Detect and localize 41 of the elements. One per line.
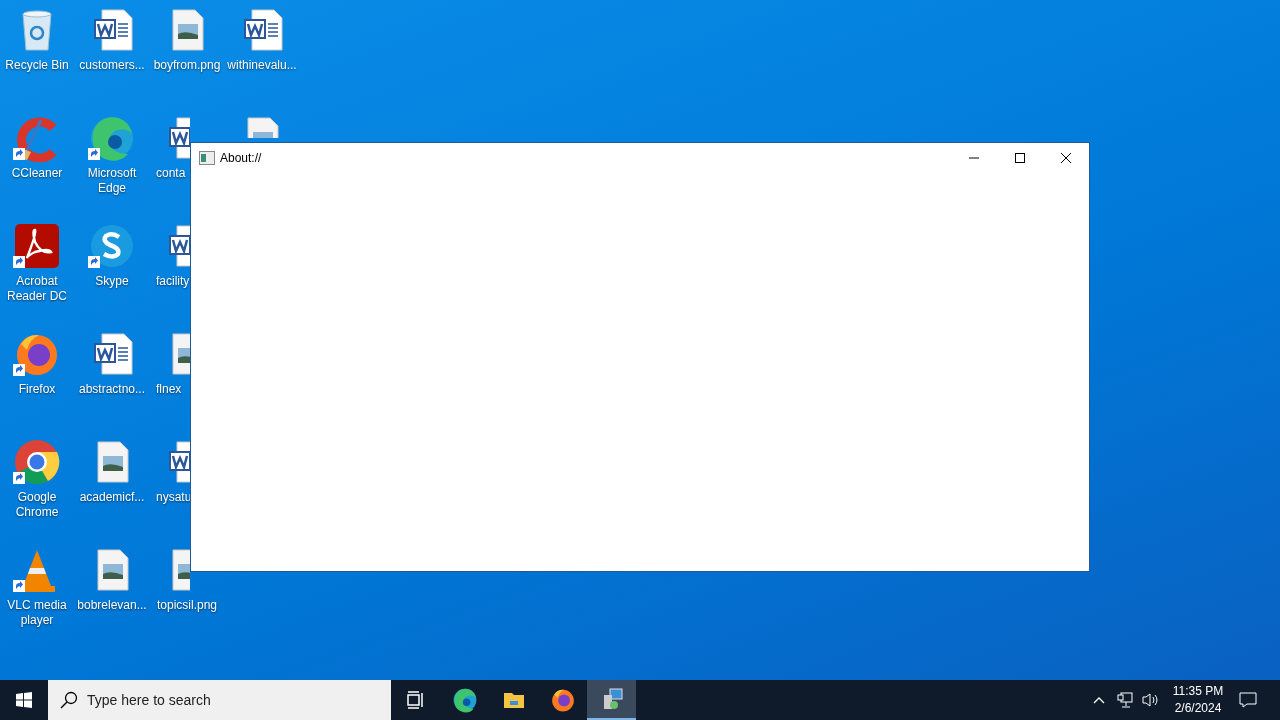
clock-time: 11:35 PM [1172,683,1224,700]
icon-label: customers... [78,58,146,73]
icon-label: boyfrom.png [152,58,222,73]
icon-label: Acrobat Reader DC [6,274,68,304]
icon-label: flnex [156,382,182,397]
icon-label: abstractno... [77,382,146,397]
icon-label: VLC media player [6,598,68,628]
app-icon[interactable] [88,222,136,270]
maximize-icon [1015,152,1025,163]
clock-date: 2/6/2024 [1174,700,1222,717]
app-icon[interactable] [13,222,61,270]
icon-label: CCleaner [10,166,64,181]
icon-label: conta [156,166,186,181]
icon-label: Firefox [17,382,57,397]
notification-icon [1239,691,1257,709]
edge-icon [451,687,478,713]
icon-label: topicsil.png [155,598,218,613]
icon-label: nysatu [156,490,192,505]
search-icon [60,691,78,709]
firefox-icon [549,687,576,713]
icon-label: facility [156,274,190,289]
icon-label: Google Chrome [14,490,60,520]
app-icon[interactable] [13,438,61,486]
icon-label: academicf... [78,490,146,505]
chevron-up-icon [1093,696,1105,704]
windows-logo-icon [16,692,32,708]
icon-label: bobrelevan... [76,598,148,613]
volume-icon [1142,692,1160,708]
task-view-icon [405,690,426,710]
window-title: About:// [220,149,262,167]
app-icon[interactable] [88,114,136,162]
taskbar-app-button[interactable] [587,680,636,720]
search-input[interactable]: Type here to search [87,689,367,711]
network-icon [1117,692,1133,708]
icon-label: withinevalu... [226,58,298,73]
close-icon [1061,152,1071,163]
search-field[interactable]: Type here to search [48,680,391,720]
icon-label: Microsoft Edge [86,166,138,196]
icon-label: Recycle Bin [4,58,70,73]
icon-label: Skype [94,274,130,289]
window-icon [199,150,215,165]
